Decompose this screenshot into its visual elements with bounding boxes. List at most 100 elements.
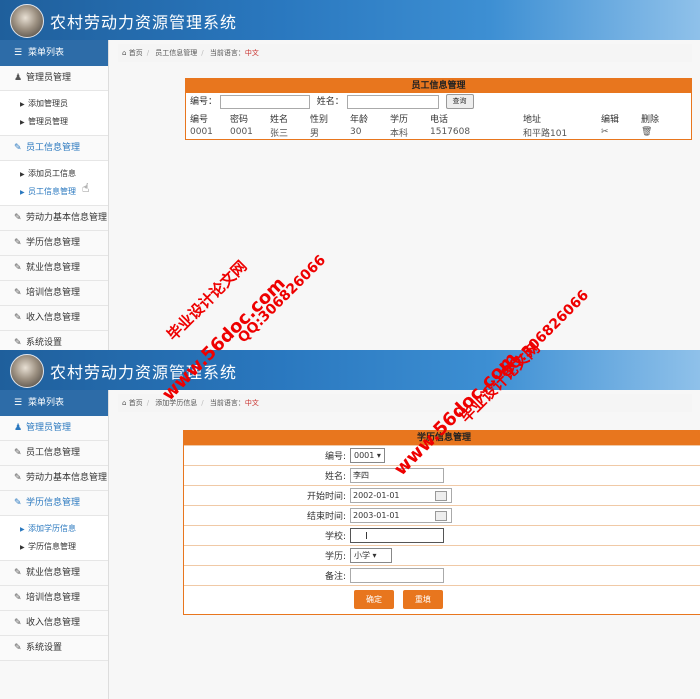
employee-panel: 员工信息管理 编号： 姓名： 查询 编号 密码 姓名 性别 年龄 学历 电话 地… (185, 78, 692, 140)
top-bar: 农村劳动力资源管理系统 (0, 0, 700, 40)
start-label: 开始时间: (306, 492, 346, 502)
column-header: 电话 (430, 114, 449, 125)
cell-phone: 1517608 (430, 127, 471, 137)
edit-icon: ✎ (14, 238, 22, 248)
search-id-input[interactable] (219, 94, 310, 109)
sidebar-group-admin[interactable]: ♟ 管理员管理 (0, 416, 108, 441)
sidebar-group-admin[interactable]: ♟ 管理员管理 (0, 66, 108, 91)
cell-education: 本科 (390, 128, 409, 139)
edit-icon: ✎ (14, 263, 22, 273)
caret-right-icon: ▶ (20, 526, 25, 533)
school-label: 学校: (324, 532, 346, 542)
degree-select[interactable]: 小学 ▾ (350, 548, 392, 563)
edit-icon: ✎ (14, 338, 22, 348)
table-header-row: 编号 密码 姓名 性别 年龄 学历 电话 地址 编辑 删除 (186, 111, 691, 125)
form-row-school: 学校: (184, 525, 700, 545)
search-button[interactable]: 查询 (445, 94, 474, 109)
form-row-actions: 确定 重填 (184, 585, 700, 614)
cell-age: 30 (350, 127, 362, 137)
reset-button[interactable]: 重填 (402, 590, 443, 609)
list-icon: ☰ (14, 398, 23, 408)
sidebar-group-job[interactable]: ✎ 就业信息管理 (0, 256, 108, 281)
calendar-icon[interactable] (435, 491, 447, 501)
sidebar-group-employee[interactable]: ✎ 员工信息管理 (0, 441, 108, 466)
column-header: 性别 (310, 114, 329, 125)
admin-submenu: ▶ 添加管理员 ▶ 管理员管理 (0, 91, 108, 136)
edit-icon[interactable]: ✂ (597, 125, 637, 139)
start-date-input[interactable]: 2002-01-01 (350, 488, 452, 503)
caret-right-icon: ▶ (20, 171, 25, 178)
caret-right-icon: ▶ (20, 119, 25, 126)
cell-gender: 男 (310, 128, 320, 139)
breadcrumb-lang: 中文 (244, 399, 259, 407)
sidebar-group-education[interactable]: ✎ 学历信息管理 (0, 491, 108, 516)
edit-icon: ✎ (14, 568, 22, 578)
breadcrumb-home[interactable]: 首页 (129, 399, 143, 407)
edit-icon: ✎ (14, 448, 22, 458)
sidebar-group-income[interactable]: ✎ 收入信息管理 (0, 306, 108, 331)
edit-icon: ✎ (14, 288, 22, 298)
home-icon: ⌂ (122, 399, 127, 407)
form-row-note: 备注: (184, 565, 700, 585)
sidebar-group-job[interactable]: ✎ 就业信息管理 (0, 561, 108, 586)
sidebar-group-income[interactable]: ✎ 收入信息管理 (0, 611, 108, 636)
cell-name: 张三 (270, 128, 289, 139)
caret-right-icon: ▶ (20, 544, 25, 551)
column-header: 姓名 (270, 114, 289, 125)
calendar-icon[interactable] (435, 511, 447, 521)
sidebar-item-admin-manage[interactable]: ▶ 管理员管理 (0, 113, 108, 131)
column-header: 年龄 (350, 114, 369, 125)
sidebar: ☰ 菜单列表 ♟ 管理员管理 ▶ 添加管理员 ▶ 管理员管理 ✎ 员工信息管理 ▶ 添加员工… (0, 40, 109, 350)
sidebar-group-training[interactable]: ✎ 培训信息管理 (0, 281, 108, 306)
sidebar-group-labor[interactable]: ✎ 劳动力基本信息管理 (0, 466, 108, 491)
form-row-id: 编号: 0001 ▾ (184, 445, 700, 465)
sidebar-group-training[interactable]: ✎ 培训信息管理 (0, 586, 108, 611)
logo-icon (10, 4, 44, 38)
sidebar: ☰ 菜单列表 ♟ 管理员管理 ✎ 员工信息管理 ✎ 劳动力基本信息管理 ✎ 学历信息管理 … (0, 390, 109, 699)
menu-header: ☰ 菜单列表 (0, 40, 108, 66)
edit-icon: ✎ (14, 213, 22, 223)
delete-icon[interactable]: 🗑 (637, 125, 691, 139)
edit-icon: ✎ (14, 593, 22, 603)
sidebar-group-settings[interactable]: ✎ 系统设置 (0, 636, 108, 661)
sidebar-item-education-manage[interactable]: ▶ 学历信息管理 (0, 538, 108, 556)
sidebar-group-labor[interactable]: ✎ 劳动力基本信息管理 (0, 206, 108, 231)
logo-icon (10, 354, 44, 388)
end-date-input[interactable]: 2003-01-01 (350, 508, 452, 523)
caret-right-icon: ▶ (20, 189, 25, 196)
sidebar-item-add-admin[interactable]: ▶ 添加管理员 (0, 95, 108, 113)
employee-table: 编号 密码 姓名 性别 年龄 学历 电话 地址 编辑 删除 0001 0001 … (186, 111, 691, 139)
search-name-input[interactable] (346, 94, 439, 109)
screenshot-employee-management: 农村劳动力资源管理系统 ☰ 菜单列表 ♟ 管理员管理 ▶ 添加管理员 ▶ 管理员管理 ✎… (0, 0, 700, 350)
user-icon: ♟ (14, 73, 23, 83)
education-submenu: ▶ 添加学历信息 ▶ 学历信息管理 (0, 516, 108, 561)
form-row-start: 开始时间: 2002-01-01 (184, 485, 700, 505)
sidebar-item-add-employee[interactable]: ▶ 添加员工信息 (0, 165, 108, 183)
breadcrumb-page: 员工信息管理 (155, 49, 198, 57)
hand-cursor-icon: ☝ (82, 181, 90, 195)
sidebar-item-add-education[interactable]: ▶ 添加学历信息 (0, 520, 108, 538)
breadcrumb: ⌂ 首页 / 添加学历信息 / 当前语言：中文 (118, 394, 692, 412)
id-select[interactable]: 0001 ▾ (350, 448, 385, 463)
form-row-degree: 学历: 小学 ▾ (184, 545, 700, 565)
note-input[interactable] (350, 568, 444, 583)
panel-title: 员工信息管理 (186, 79, 691, 93)
screenshot-add-education: 农村劳动力资源管理系统 ☰ 菜单列表 ♟ 管理员管理 ✎ 员工信息管理 ✎ 劳动力基本信… (0, 350, 700, 699)
edit-icon: ✎ (14, 143, 22, 153)
sidebar-group-settings[interactable]: ✎ 系统设置 (0, 331, 108, 350)
chevron-down-icon: ▾ (372, 551, 377, 560)
sidebar-item-employee-manage[interactable]: ▶ 员工信息管理 (0, 183, 108, 201)
sidebar-group-education[interactable]: ✎ 学历信息管理 (0, 231, 108, 256)
edit-icon: ✎ (14, 498, 22, 508)
column-header: 编辑 (601, 114, 620, 125)
breadcrumb-lang: 中文 (244, 49, 259, 57)
submit-button[interactable]: 确定 (354, 590, 394, 609)
sidebar-group-employee[interactable]: ✎ 员工信息管理 (0, 136, 108, 161)
form-row-name: 姓名: 李四 (184, 465, 700, 485)
home-icon: ⌂ (122, 49, 127, 57)
breadcrumb: ⌂ 首页 / 员工信息管理 / 当前语言：中文 (118, 44, 692, 62)
column-header: 密码 (230, 114, 249, 125)
name-label: 姓名: (324, 472, 346, 482)
text-cursor-icon: I (365, 531, 368, 542)
breadcrumb-home[interactable]: 首页 (129, 49, 143, 57)
